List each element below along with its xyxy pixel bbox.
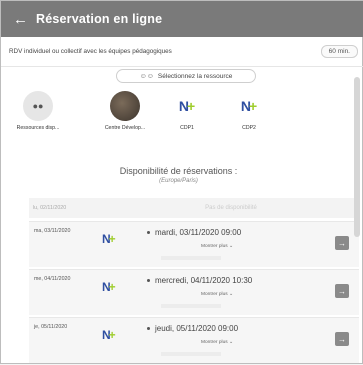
time-slot[interactable]: mercredi, 04/11/2020 10:30 bbox=[147, 276, 252, 285]
booking-panel: ← Réservation en ligne RDV individuel ou… bbox=[0, 0, 363, 364]
n-plus-logo-icon: N + bbox=[240, 98, 258, 114]
back-arrow-icon[interactable]: ← bbox=[13, 12, 28, 27]
show-more-link[interactable]: Montrer plus ⌄ bbox=[201, 292, 233, 297]
availability-row-empty: lu, 02/11/2020 Pas de disponibilité bbox=[29, 198, 359, 218]
availability-row: me, 04/11/2020 N + mercredi, 04/11/2020 1… bbox=[29, 269, 359, 315]
show-more-link[interactable]: Montrer plus ⌄ bbox=[201, 340, 233, 345]
n-plus-logo-icon: N + bbox=[102, 328, 116, 342]
appointment-info-bar: RDV individuel ou collectif avec les équ… bbox=[1, 37, 363, 67]
select-resource-button[interactable]: ☺☺ Sélectionnez la ressource bbox=[116, 69, 256, 83]
resource-label: CDP2 bbox=[242, 125, 256, 131]
availability-heading: Disponibilité de réservations : bbox=[119, 166, 238, 176]
availability-header: Disponibilité de réservations : (Europe/… bbox=[1, 166, 356, 184]
resource-label: CDP1 bbox=[180, 125, 194, 131]
n-plus-logo-icon: N + bbox=[102, 232, 116, 246]
resource-label: Centre Dévelop... bbox=[104, 125, 146, 131]
availability-row: ma, 03/11/2020 N + mardi, 03/11/2020 09:0… bbox=[29, 221, 359, 267]
book-arrow-button[interactable]: → bbox=[335, 284, 349, 298]
resource-item-centre[interactable]: Centre Dévelop... bbox=[99, 91, 151, 131]
faded-slot-line bbox=[161, 256, 221, 260]
row-day-label: ma, 03/11/2020 bbox=[34, 228, 71, 234]
row-day-label: me, 04/11/2020 bbox=[34, 276, 71, 282]
n-plus-logo-icon: N + bbox=[102, 280, 116, 294]
n-plus-logo-icon: N + bbox=[178, 98, 196, 114]
row-day-label: lu, 02/11/2020 bbox=[33, 205, 67, 211]
show-more-link[interactable]: Montrer plus ⌄ bbox=[201, 244, 233, 249]
appointment-description: RDV individuel ou collectif avec les équ… bbox=[9, 48, 172, 55]
book-arrow-button[interactable]: → bbox=[335, 332, 349, 346]
time-slot[interactable]: jeudi, 05/11/2020 09:00 bbox=[147, 324, 238, 333]
no-availability-message: Pas de disponibilité bbox=[205, 205, 257, 211]
time-slot[interactable]: mardi, 03/11/2020 09:00 bbox=[147, 228, 241, 237]
resource-photo-avatar bbox=[110, 91, 140, 121]
header-bar: ← Réservation en ligne bbox=[1, 1, 363, 37]
select-resource-label: Sélectionnez la ressource bbox=[157, 72, 233, 80]
duration-badge: 60 min. bbox=[320, 45, 358, 58]
page-title: Réservation en ligne bbox=[36, 12, 163, 26]
resource-item-cdp1[interactable]: N + CDP1 bbox=[161, 91, 213, 131]
timezone-label: (Europe/Paris) bbox=[159, 178, 198, 184]
resource-label: Ressources disp... bbox=[16, 125, 60, 131]
scrollbar-thumb[interactable] bbox=[354, 77, 360, 237]
scrollbar[interactable] bbox=[354, 69, 360, 365]
availability-row: je, 05/11/2020 N + jeudi, 05/11/2020 09:0… bbox=[29, 317, 359, 363]
row-day-label: je, 05/11/2020 bbox=[34, 324, 68, 330]
faded-slot-line bbox=[161, 352, 221, 356]
users-icon: ●● bbox=[23, 91, 53, 121]
resource-item-all[interactable]: ●● Ressources disp... bbox=[12, 91, 64, 131]
users-icon: ☺☺ bbox=[139, 72, 154, 80]
resource-list: ●● Ressources disp... Centre Dévelop... … bbox=[1, 91, 356, 146]
book-arrow-button[interactable]: → bbox=[335, 236, 349, 250]
faded-slot-line bbox=[161, 304, 221, 308]
resource-item-cdp2[interactable]: N + CDP2 bbox=[223, 91, 275, 131]
